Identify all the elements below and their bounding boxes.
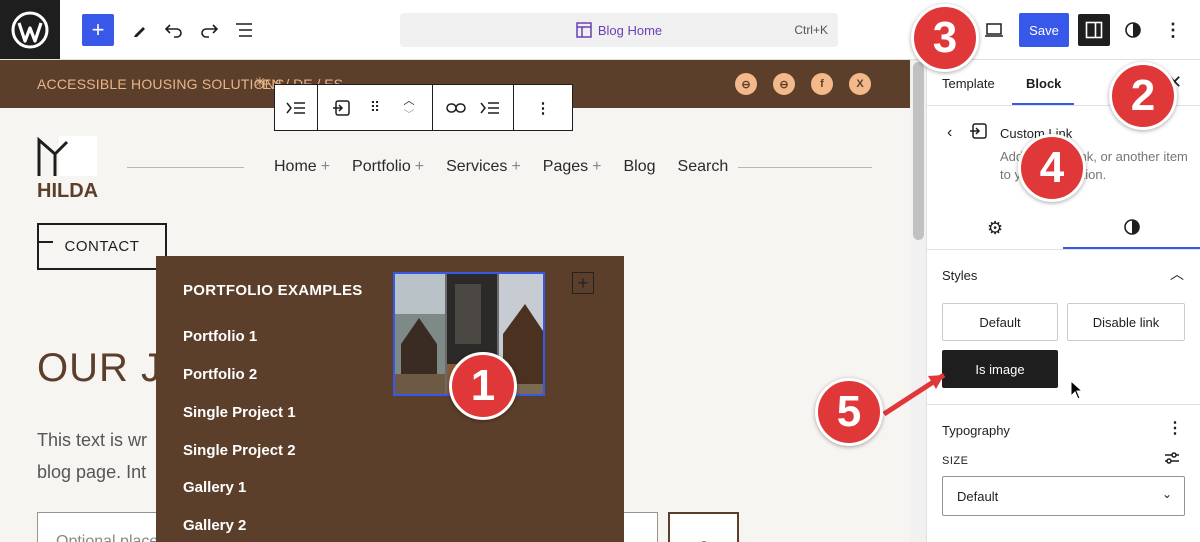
annotation-badge-1: 1 — [449, 352, 517, 420]
mouse-cursor-icon — [1070, 380, 1084, 400]
annotation-badge-3: 3 — [911, 4, 979, 72]
annotation-badge-5: 5 — [815, 378, 883, 446]
annotation-arrow-layer — [882, 372, 946, 417]
annotation-badge-2: 2 — [1109, 62, 1177, 130]
annotation-badge-4: 4 — [1018, 134, 1086, 202]
